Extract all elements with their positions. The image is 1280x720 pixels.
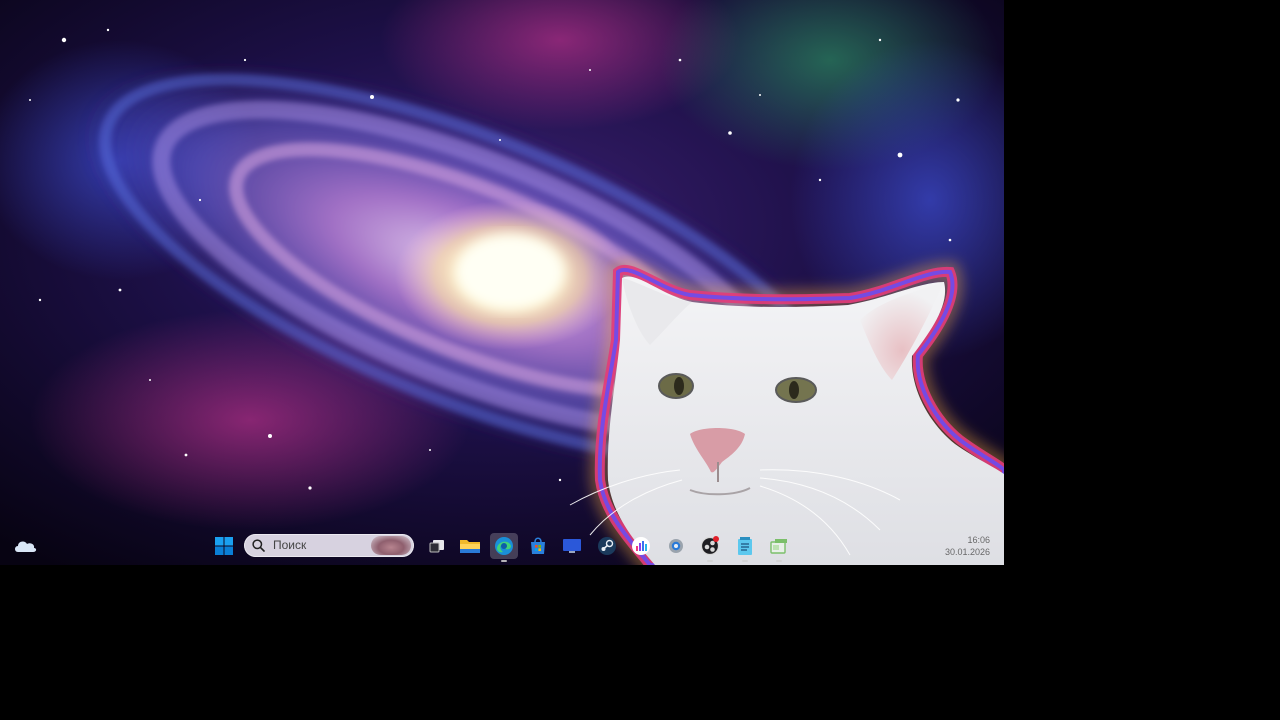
folder-icon <box>460 540 480 553</box>
settings-button[interactable] <box>662 533 690 559</box>
edge-icon <box>495 537 513 555</box>
clock-time: 16:06 <box>967 535 990 545</box>
taskbar: Поиск 16:06 30.01.2026 <box>0 528 1004 565</box>
desktop-wallpaper <box>0 0 1004 565</box>
obs-icon <box>700 536 720 556</box>
running-indicator <box>501 560 507 562</box>
desktop[interactable]: Поиск 16:06 30.01.2026 <box>0 0 1004 565</box>
task-view-button[interactable] <box>423 533 451 559</box>
running-indicator <box>707 560 713 562</box>
app-manager-button[interactable] <box>765 533 793 562</box>
remote-desktop-button[interactable] <box>558 533 586 559</box>
edge-button[interactable] <box>490 533 518 562</box>
stats-app-button[interactable] <box>627 533 655 559</box>
notification-badge <box>713 536 719 542</box>
start-button[interactable] <box>210 533 238 559</box>
obs-button[interactable] <box>696 533 724 562</box>
windows-icon <box>215 537 233 555</box>
weather-widget[interactable] <box>12 536 38 556</box>
running-indicator <box>776 560 782 562</box>
bar-chart-icon <box>632 537 650 555</box>
search-icon <box>252 539 265 552</box>
search-box[interactable]: Поиск <box>244 534 414 557</box>
window-icon <box>770 539 787 554</box>
steam-icon <box>598 537 616 555</box>
file-explorer-button[interactable] <box>456 533 484 559</box>
monitor-icon <box>563 539 581 553</box>
store-icon <box>531 537 545 554</box>
steam-button[interactable] <box>593 533 621 559</box>
task-view-icon <box>429 540 444 553</box>
search-placeholder: Поиск <box>273 538 307 552</box>
notepad-button[interactable] <box>731 533 759 562</box>
running-indicator <box>742 560 748 562</box>
notepad-icon <box>738 537 752 555</box>
clock-date: 30.01.2026 <box>944 547 990 557</box>
system-clock[interactable]: 16:06 30.01.2026 <box>945 534 990 558</box>
store-button[interactable] <box>524 533 552 559</box>
search-highlight-image[interactable] <box>371 536 411 555</box>
cloud-icon <box>15 541 37 552</box>
gear-icon <box>669 539 683 553</box>
